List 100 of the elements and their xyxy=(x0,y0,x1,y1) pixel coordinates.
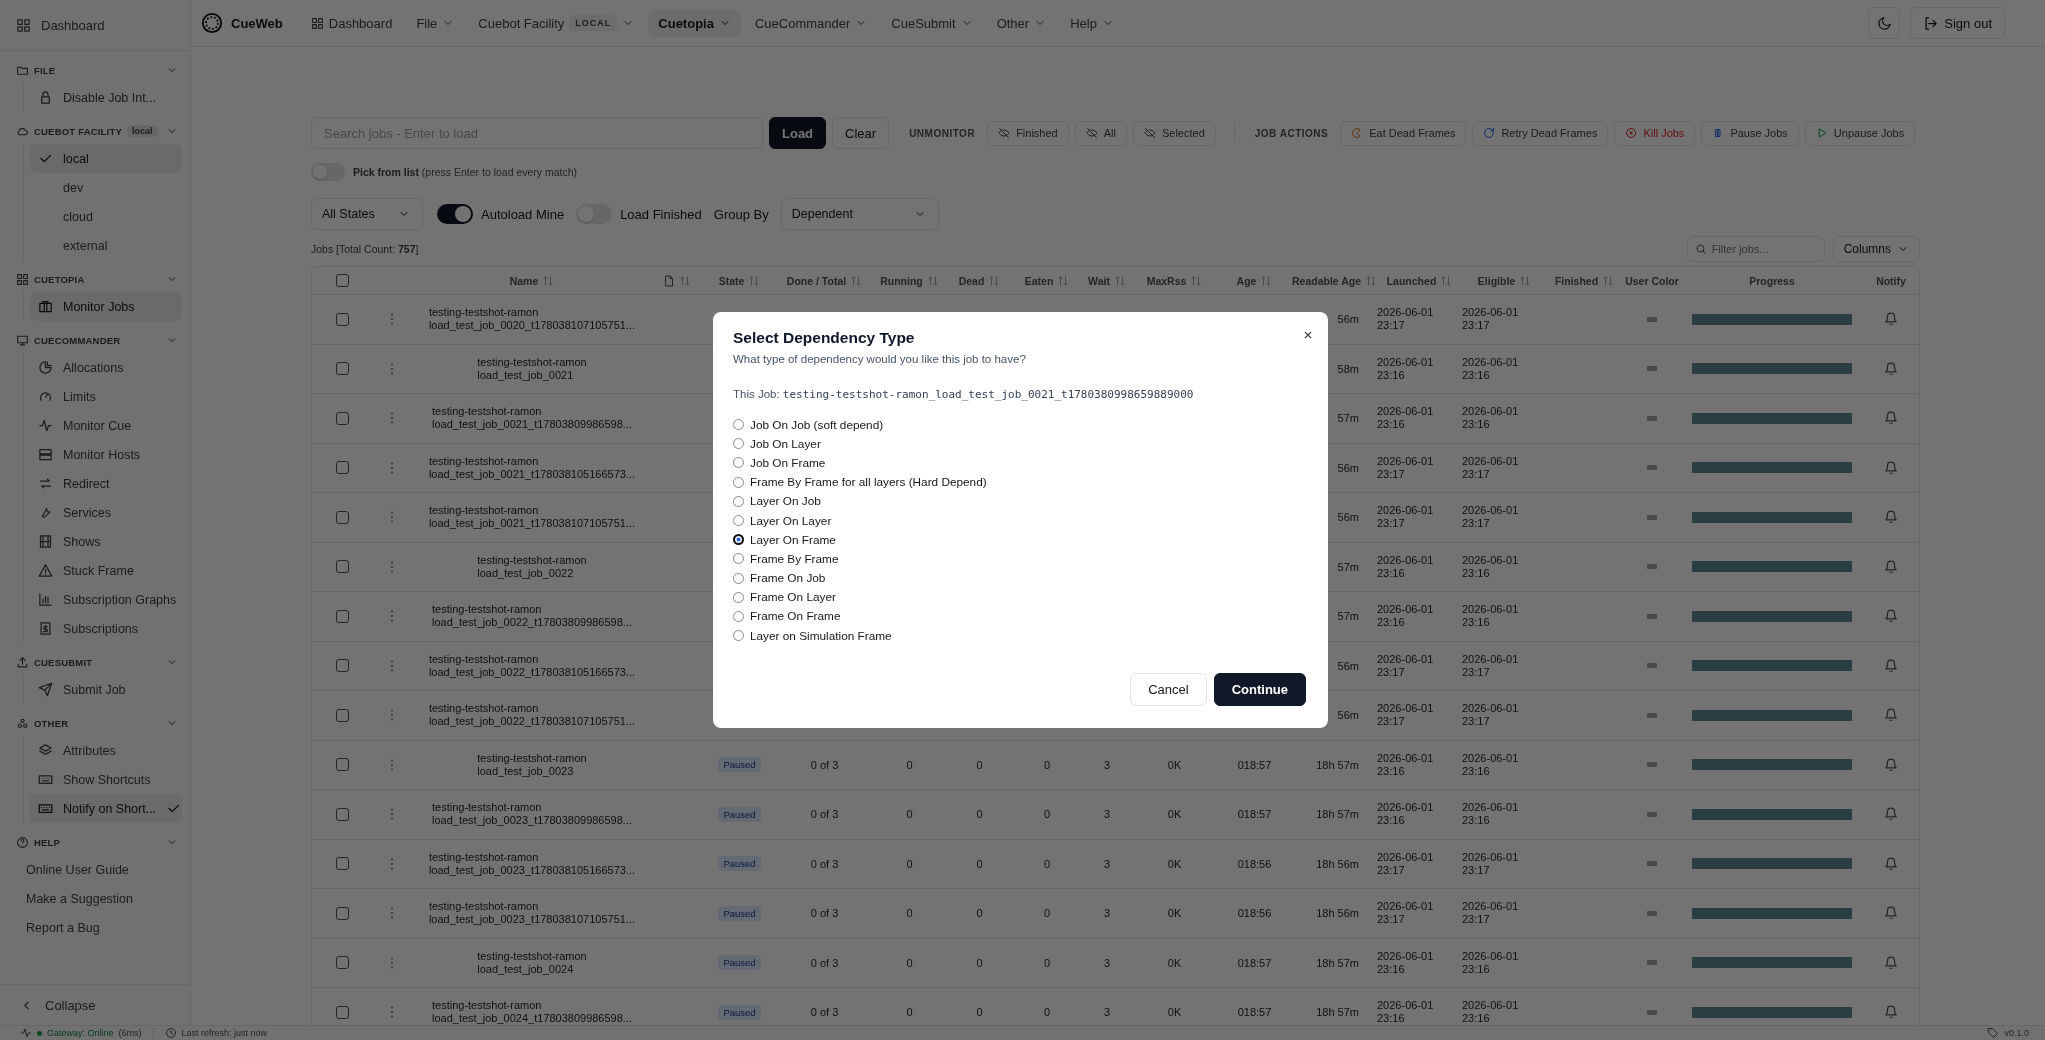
column-header[interactable]: Name xyxy=(509,274,555,287)
sidebar-item[interactable]: Notify on Short... xyxy=(30,794,182,823)
nav-menu-item[interactable]: CueCommander xyxy=(744,9,878,37)
sidebar-item[interactable]: Allocations xyxy=(30,353,182,382)
bell-icon[interactable] xyxy=(1884,757,1898,772)
sidebar-item[interactable]: Report a Bug xyxy=(18,913,182,942)
column-header[interactable]: Notify xyxy=(1876,274,1906,287)
column-header[interactable]: MaxRss xyxy=(1146,274,1203,287)
checkbox[interactable] xyxy=(335,758,349,772)
group-by-select[interactable]: Dependent xyxy=(780,198,939,230)
continue-button[interactable]: Continue xyxy=(1213,673,1306,706)
unmonitor-button[interactable]: Finished xyxy=(987,120,1069,146)
unmonitor-button[interactable]: All xyxy=(1074,120,1127,146)
nav-menu-item[interactable]: File xyxy=(406,9,465,37)
radio-option[interactable]: Frame By Frame xyxy=(733,549,1308,569)
clear-button[interactable]: Clear xyxy=(832,117,890,149)
checkbox[interactable] xyxy=(335,906,349,920)
filter-field[interactable]: Filter jobs... xyxy=(1686,236,1825,262)
nav-menu-item[interactable]: Help xyxy=(1060,9,1124,37)
radio-option[interactable]: Frame On Frame xyxy=(733,606,1308,627)
bell-icon[interactable] xyxy=(1884,510,1898,525)
bell-icon[interactable] xyxy=(1884,708,1898,723)
close-icon[interactable] xyxy=(1302,329,1314,341)
checkbox[interactable] xyxy=(335,1005,349,1019)
section-header[interactable]: OTHER xyxy=(8,710,182,736)
checkbox[interactable] xyxy=(335,411,349,425)
column-header[interactable]: Progress xyxy=(1749,274,1795,287)
sidebar-item[interactable]: Stuck Frame xyxy=(30,556,182,585)
sidebar-item[interactable]: Services xyxy=(30,498,182,527)
radio-option[interactable]: Layer On Frame xyxy=(733,530,1308,550)
nav-menu-item[interactable]: CueSubmit xyxy=(881,9,983,37)
column-header[interactable]: Launched xyxy=(1386,274,1453,287)
column-header[interactable]: Wait xyxy=(1088,274,1126,287)
checkbox[interactable] xyxy=(335,312,349,326)
nav-menu-item[interactable]: Cuebot Facility LOCAL xyxy=(468,9,645,37)
radio-option[interactable]: Job On Job (soft depend) xyxy=(733,415,1308,435)
toggle-switch[interactable] xyxy=(311,163,345,181)
sidebar-item[interactable]: Attributes xyxy=(30,736,182,765)
column-header[interactable]: Dead xyxy=(958,274,1001,287)
unmonitor-button[interactable]: Selected xyxy=(1132,120,1216,146)
checkbox[interactable] xyxy=(335,560,349,574)
checkbox[interactable] xyxy=(335,659,349,673)
sidebar-item[interactable]: Make a Suggestion xyxy=(18,884,182,913)
section-header[interactable]: CUECOMMANDER xyxy=(8,327,182,353)
bell-icon[interactable] xyxy=(1884,312,1898,327)
toggle-switch[interactable] xyxy=(576,204,613,224)
job-action-button[interactable]: Eat Dead Frames xyxy=(1340,120,1467,146)
sidebar-item[interactable]: Submit Job xyxy=(30,675,182,704)
section-header[interactable]: HELP xyxy=(8,829,182,855)
load-button[interactable]: Load xyxy=(769,117,827,149)
sidebar-item[interactable]: Monitor Hosts xyxy=(30,440,182,469)
radio-option[interactable]: Job On Frame xyxy=(733,453,1308,473)
sidebar-item[interactable]: Disable Job Int... xyxy=(30,83,182,112)
bell-icon[interactable] xyxy=(1884,361,1898,376)
bell-icon[interactable] xyxy=(1884,559,1898,574)
sidebar-item[interactable]: Subscriptions xyxy=(30,614,182,643)
column-header[interactable]: Running xyxy=(880,274,939,287)
cancel-button[interactable]: Cancel xyxy=(1130,673,1207,706)
nav-menu-item[interactable]: Cuetopia xyxy=(648,9,741,37)
nav-menu-item[interactable]: Dashboard xyxy=(300,9,403,37)
checkbox[interactable] xyxy=(335,362,349,376)
column-header[interactable]: Age xyxy=(1236,274,1273,287)
radio-option[interactable]: Job On Layer xyxy=(733,434,1308,454)
checkbox[interactable] xyxy=(335,807,349,821)
column-header[interactable]: State xyxy=(718,274,761,287)
column-header[interactable]: Eaten xyxy=(1024,274,1070,287)
radio-option[interactable]: Layer On Job xyxy=(733,491,1308,511)
nav-menu-item[interactable]: Other xyxy=(986,9,1057,37)
section-header[interactable]: CUEBOT FACILITY local xyxy=(8,118,182,144)
sidebar-item[interactable]: Monitor Jobs xyxy=(30,292,182,321)
job-action-button[interactable]: Retry Dead Frames xyxy=(1472,120,1609,146)
checkbox[interactable] xyxy=(335,510,349,524)
sidebar-item[interactable]: dev xyxy=(30,173,182,202)
checkbox[interactable] xyxy=(335,956,349,970)
bell-icon[interactable] xyxy=(1884,609,1898,624)
sidebar-item[interactable]: Limits xyxy=(30,382,182,411)
radio-option[interactable]: Layer On Layer xyxy=(733,510,1308,531)
checkbox[interactable] xyxy=(335,461,349,475)
checkbox[interactable] xyxy=(335,609,349,623)
column-header[interactable] xyxy=(663,274,691,287)
sidebar-item[interactable]: Dashboard xyxy=(0,0,190,51)
column-header[interactable]: Done / Total xyxy=(786,274,863,287)
bell-icon[interactable] xyxy=(1884,411,1898,426)
bell-icon[interactable] xyxy=(1884,856,1898,871)
job-action-button[interactable]: Kill Jobs xyxy=(1614,120,1696,146)
sidebar-item[interactable]: Subscription Graphs xyxy=(30,585,182,614)
columns-button[interactable]: Columns xyxy=(1832,236,1920,262)
sidebar-item[interactable]: Online User Guide xyxy=(18,855,182,884)
column-header[interactable]: User Color xyxy=(1625,274,1679,287)
checkbox[interactable] xyxy=(335,274,349,287)
toggle-switch[interactable] xyxy=(437,204,473,224)
sidebar-item[interactable]: local xyxy=(30,144,182,173)
column-header[interactable]: Readable Age xyxy=(1291,274,1378,287)
checkbox[interactable] xyxy=(335,857,349,871)
column-header[interactable]: Finished xyxy=(1554,274,1615,287)
sidebar-item[interactable]: Monitor Cue xyxy=(30,411,182,440)
radio-option[interactable]: Frame On Job xyxy=(733,568,1308,588)
sidebar-item[interactable]: cloud xyxy=(30,202,182,231)
column-header[interactable]: Eligible xyxy=(1477,274,1532,287)
sidebar-item[interactable]: external xyxy=(30,231,182,260)
